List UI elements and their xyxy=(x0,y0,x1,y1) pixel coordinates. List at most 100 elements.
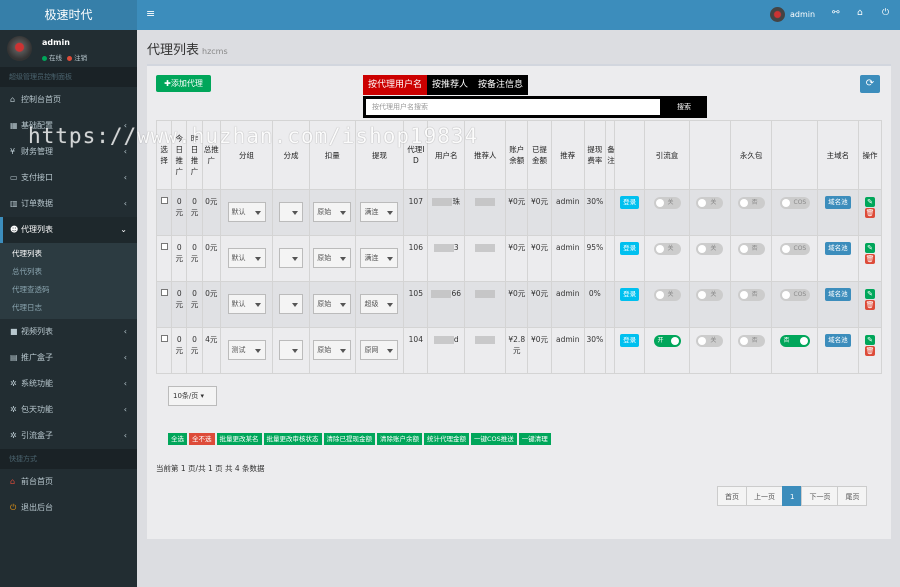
group-select[interactable]: 默认 xyxy=(227,294,266,314)
row-checkbox[interactable] xyxy=(160,289,168,296)
sidebar-subitem-master-list[interactable]: 总代列表 xyxy=(0,263,137,281)
share-select[interactable] xyxy=(279,248,304,268)
sidebar-item-logout[interactable]: ⏻ 退出后台 xyxy=(0,495,137,521)
permanent-toggle[interactable]: 否 xyxy=(737,197,765,209)
sidebar-item-frontend[interactable]: ⌂ 前台首页 xyxy=(0,469,137,495)
cos-toggle[interactable]: COS xyxy=(779,243,810,255)
edit-icon[interactable]: ✎ xyxy=(865,289,876,299)
delete-icon[interactable]: 🗑 xyxy=(865,346,876,356)
withdraw-select[interactable]: 超级 xyxy=(360,294,399,314)
traffic-box-toggle[interactable]: 关 xyxy=(653,197,681,209)
share-select[interactable] xyxy=(279,202,304,222)
avatar[interactable] xyxy=(770,7,785,22)
search-button[interactable]: 搜索 xyxy=(664,99,704,115)
domain-pool-button[interactable]: 域名池 xyxy=(825,242,851,255)
edit-icon[interactable]: ✎ xyxy=(865,243,876,253)
one-click-clean-button[interactable]: 一键清理 xyxy=(518,433,551,445)
power-icon[interactable]: ⏻ xyxy=(882,8,889,18)
withdraw-select[interactable]: 满连 xyxy=(360,202,399,222)
withdraw-select[interactable]: 原网 xyxy=(360,340,399,360)
clear-balance-button[interactable]: 清除账户余额 xyxy=(377,433,422,445)
cos-toggle[interactable]: COS xyxy=(779,289,810,301)
traffic-box-toggle[interactable]: 关 xyxy=(653,243,681,255)
bulk-review-button[interactable]: 批量更改审核状态 xyxy=(263,433,322,445)
clear-withdrawn-button[interactable]: 清除已提现金额 xyxy=(323,433,375,445)
page-last[interactable]: 尾页 xyxy=(837,486,868,506)
select-none-button[interactable]: 全不选 xyxy=(189,433,215,445)
domain-pool-button[interactable]: 域名池 xyxy=(825,288,851,301)
row-checkbox[interactable] xyxy=(160,243,168,250)
deduct-select[interactable]: 原始 xyxy=(313,340,352,360)
group-select[interactable]: 测试 xyxy=(227,340,266,360)
sidebar-subitem-agent-list[interactable]: 代理列表 xyxy=(0,245,137,263)
cos-push-button[interactable]: 一键COS推送 xyxy=(471,433,517,445)
sidebar-item-promo-box[interactable]: ▤ 推广盒子 ‹ xyxy=(0,345,137,371)
page-prev[interactable]: 上一页 xyxy=(746,486,783,506)
sidebar-item-traffic-box[interactable]: ✲ 引流盒子 ‹ xyxy=(0,423,137,449)
sidebar-item-payment[interactable]: ▭ 支付接口 ‹ xyxy=(0,165,137,191)
sidebar-item-videos[interactable]: ■ 视频列表 ‹ xyxy=(0,319,137,345)
home-icon[interactable]: ⌂ xyxy=(857,8,863,18)
group-select[interactable]: 默认 xyxy=(227,248,266,268)
add-agent-button[interactable]: ✚添加代理 xyxy=(156,75,211,92)
sidebar-subitem-agent-code[interactable]: 代理查透码 xyxy=(0,281,137,299)
login-button[interactable]: 登录 xyxy=(620,242,640,255)
cos-toggle[interactable]: 否 xyxy=(779,335,810,347)
tab-by-username[interactable]: 按代理用户名 xyxy=(363,75,428,95)
deduct-select[interactable]: 原始 xyxy=(313,294,352,314)
toggle-switch[interactable]: 关 xyxy=(696,289,724,301)
page-next[interactable]: 下一页 xyxy=(801,486,839,506)
traffic-box-toggle[interactable]: 关 xyxy=(653,289,681,301)
edit-icon[interactable]: ✎ xyxy=(865,197,876,207)
deduct-select[interactable]: 原始 xyxy=(313,202,352,222)
delete-icon[interactable]: 🗑 xyxy=(865,300,876,310)
tab-by-remark[interactable]: 按备注信息 xyxy=(473,75,528,95)
permanent-toggle[interactable]: 否 xyxy=(737,335,765,347)
toggle-switch[interactable]: 关 xyxy=(696,243,724,255)
withdraw-select[interactable]: 满连 xyxy=(360,248,399,268)
share-select[interactable] xyxy=(279,340,304,360)
sidebar-item-dashboard[interactable]: ⌂ 控制台首页 xyxy=(0,87,137,113)
delete-icon[interactable]: 🗑 xyxy=(865,208,876,218)
sidebar-quick-header: 快捷方式 xyxy=(0,449,137,469)
page-size-select[interactable]: 10条/页 ▾ xyxy=(168,386,217,406)
bulk-rename-button[interactable]: 批量更改某名 xyxy=(216,433,262,445)
app-logo[interactable]: 极速时代 xyxy=(0,0,137,30)
login-button[interactable]: 登录 xyxy=(620,288,640,301)
sidebar-subitem-agent-log[interactable]: 代理日志 xyxy=(0,299,137,317)
group-select[interactable]: 默认 xyxy=(227,202,266,222)
page-first[interactable]: 首页 xyxy=(717,486,747,506)
sidebar-item-agents[interactable]: ☻ 代理列表 ⌄ xyxy=(0,217,137,243)
page-current[interactable]: 1 xyxy=(782,486,803,506)
toggle-switch[interactable]: 关 xyxy=(696,335,724,347)
cos-toggle[interactable]: COS xyxy=(779,197,810,209)
login-button[interactable]: 登录 xyxy=(620,196,640,209)
login-button[interactable]: 登录 xyxy=(620,334,640,347)
domain-pool-button[interactable]: 域名池 xyxy=(825,196,851,209)
agent-id-cell: 104 xyxy=(403,327,429,374)
refresh-button[interactable]: ⟳ xyxy=(860,75,880,93)
sidebar-item-orders[interactable]: ▥ 订单数据 ‹ xyxy=(0,191,137,217)
delete-icon[interactable]: 🗑 xyxy=(865,254,876,264)
search-input[interactable]: 按代理用户名搜索 xyxy=(366,99,660,115)
row-checkbox[interactable] xyxy=(160,335,168,342)
deduct-select[interactable]: 原始 xyxy=(313,248,352,268)
sidebar-item-daily[interactable]: ✲ 包天功能 ‹ xyxy=(0,397,137,423)
select-all-button[interactable]: 全选 xyxy=(168,433,187,445)
share-icon[interactable]: ⚯ xyxy=(832,8,840,18)
toggle-switch[interactable]: 关 xyxy=(696,197,724,209)
permanent-toggle[interactable]: 否 xyxy=(737,289,765,301)
permanent-toggle[interactable]: 否 xyxy=(737,243,765,255)
topbar-username[interactable]: admin xyxy=(790,10,815,19)
row-checkbox[interactable] xyxy=(160,197,168,204)
traffic-box-toggle[interactable]: 开 xyxy=(653,335,681,347)
top-navbar: ≡ admin ⚯ ⌂ ⏻ xyxy=(137,0,900,30)
domain-pool-button[interactable]: 域名池 xyxy=(825,334,851,347)
menu-icon[interactable]: ≡ xyxy=(146,7,155,20)
sidebar-item-system[interactable]: ✲ 系统功能 ‹ xyxy=(0,371,137,397)
tab-by-referrer[interactable]: 按推荐人 xyxy=(427,75,473,95)
edit-icon[interactable]: ✎ xyxy=(865,335,876,345)
logout-link[interactable]: 注销 xyxy=(74,54,87,62)
stat-amount-button[interactable]: 统计代理金额 xyxy=(424,433,469,445)
share-select[interactable] xyxy=(279,294,304,314)
